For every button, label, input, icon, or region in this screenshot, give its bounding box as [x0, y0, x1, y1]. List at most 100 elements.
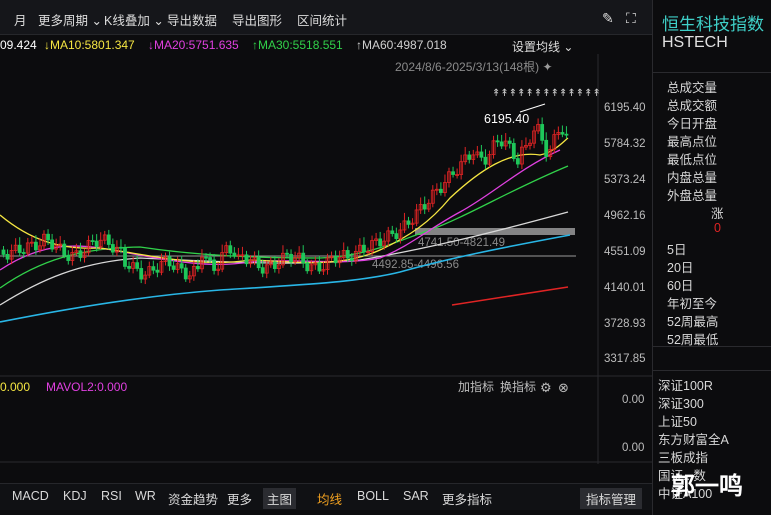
indicator-manage-button[interactable]: 指标管理 — [580, 488, 643, 509]
price-tick: 6195.40 — [604, 102, 646, 114]
candle-body — [467, 154, 472, 160]
kline-chart[interactable]: 4741.50-4821.49 4492.85-4496.56 ↟↟↟↟↟↟↟↟… — [0, 54, 652, 464]
candle-body — [394, 233, 399, 239]
indices-item[interactable]: 深证300 — [658, 393, 704, 412]
ma30-label: MA30:5518.551 — [258, 38, 343, 52]
stats-item: 外盘总量 — [667, 189, 718, 203]
candle-body — [167, 256, 172, 267]
range-stats-button[interactable]: 区间统计 — [297, 10, 347, 29]
ma-settings-button[interactable]: 设置均线 ⌄ — [512, 38, 573, 55]
candle-body — [34, 241, 38, 251]
candle-body — [183, 267, 188, 280]
candle-body — [106, 234, 111, 245]
export-data-button[interactable]: 导出数据 — [167, 10, 217, 29]
candle-body — [179, 263, 184, 269]
candle-body — [139, 268, 144, 280]
indices-item[interactable]: 上证50 — [658, 411, 697, 430]
candle-body — [349, 257, 354, 262]
ma30-value: ↑MA30:5518.551 — [252, 38, 343, 52]
tab-rsi[interactable]: RSI — [101, 489, 122, 503]
chevron-down-icon: ⌄ — [153, 14, 164, 28]
candle-body — [171, 265, 176, 270]
stats-item: 最高点位 — [667, 135, 718, 149]
period-month[interactable]: 月 — [14, 10, 27, 29]
candle-body — [499, 141, 504, 147]
tab-boll[interactable]: BOLL — [357, 489, 389, 503]
more-indicators-button[interactable]: 更多指标 — [442, 489, 492, 508]
candle-body — [438, 188, 443, 193]
signal-arrows: ↟↟↟↟↟↟↟↟↟↟↟↟↟ — [492, 88, 601, 99]
indices-item[interactable]: 三板成指 — [658, 447, 708, 466]
add-indicator-button[interactable]: 加指标 — [458, 379, 494, 394]
chevron-down-icon: ⌄ — [563, 40, 574, 54]
candle-body — [305, 262, 310, 272]
panel-divider — [653, 346, 771, 347]
more-periods-button[interactable]: 更多周期 ⌄ — [38, 10, 102, 29]
vol-value-1: 0.000 — [0, 380, 30, 394]
change-label: 涨 — [711, 207, 724, 221]
tab-macd[interactable]: MACD — [12, 489, 49, 503]
chevron-down-icon: ⌄ — [91, 14, 102, 28]
switch-indicator-button[interactable]: 换指标 — [500, 379, 536, 394]
close-icon[interactable]: ⊗ — [558, 380, 569, 395]
candle-body — [333, 256, 338, 264]
candle-body — [560, 132, 565, 135]
tab-sar[interactable]: SAR — [403, 489, 429, 503]
candle-body — [232, 252, 237, 256]
candle-body — [289, 253, 293, 263]
candle-body — [208, 257, 212, 261]
candle-body — [507, 140, 512, 144]
chart-toolbar: 月 更多周期 ⌄ K线叠加 ⌄ 导出数据 导出图形 区间统计 ✎ ⛶ — [0, 0, 652, 35]
long-ma-red-line — [451, 286, 569, 306]
quote-panel: 恒生科技指数 HSTECH 总成交量 总成交额 今日开盘 最高点位 最低点位 内盘总量 外盘… — [652, 0, 771, 515]
tab-more[interactable]: 更多 — [227, 489, 252, 508]
indices-item[interactable]: 东方财富全A — [658, 429, 729, 448]
candle-body — [540, 124, 545, 141]
candle-body — [272, 261, 277, 269]
watermark-text: 郭一鸣 — [671, 473, 743, 500]
candle-body — [155, 269, 160, 273]
ma60-line — [0, 211, 569, 306]
price-tick: 4140.01 — [604, 282, 646, 294]
price-tick: 4551.09 — [604, 246, 646, 258]
high-point-label: 6195.40 — [484, 112, 529, 126]
candle-body — [483, 156, 488, 165]
candle-body — [66, 254, 71, 261]
candle-body — [62, 243, 67, 256]
draw-pen-icon[interactable]: ✎ — [602, 10, 614, 27]
candle-body — [260, 267, 265, 274]
candle-body — [345, 250, 350, 259]
export-chart-button[interactable]: 导出图形 — [232, 10, 282, 29]
tab-kdj[interactable]: KDJ — [63, 489, 87, 503]
settings-gear-icon[interactable]: ⚙ — [540, 380, 552, 395]
indices-item[interactable]: 深证100R — [658, 375, 713, 394]
candle-body — [244, 254, 249, 265]
tab-fund-trend[interactable]: 资金趋势 — [168, 489, 218, 508]
candle-body — [46, 233, 50, 241]
candle-body — [544, 139, 549, 158]
kline-overlay-button[interactable]: K线叠加 ⌄ — [104, 10, 164, 29]
candle-body — [127, 266, 131, 269]
index-title: 恒生科技指数 — [662, 15, 764, 34]
candle-body — [362, 244, 366, 253]
fullscreen-icon[interactable]: ⛶ — [626, 10, 636, 27]
candle-body — [94, 240, 99, 248]
ma-values-bar: 09.424 ↓MA10:5801.347 ↓MA20:5751.635 ↑MA… — [0, 34, 652, 54]
candle-body — [564, 133, 569, 136]
tab-ma-line[interactable]: 均线 — [317, 489, 342, 508]
candle-body — [511, 143, 516, 159]
change-value: 0 — [714, 221, 721, 235]
periods-item: 年初至今 — [667, 297, 718, 311]
candle-body — [151, 266, 156, 271]
ma5-value: 09.424 — [0, 38, 37, 52]
stats-item: 内盘总量 — [667, 171, 718, 185]
tab-wr[interactable]: WR — [135, 489, 156, 503]
stats-item: 总成交量 — [667, 81, 718, 95]
candle-body — [422, 204, 427, 210]
vol-tick-1: 0.00 — [622, 394, 644, 406]
candle-body — [301, 252, 306, 264]
more-periods-label: 更多周期 — [38, 14, 89, 28]
candle-body — [212, 259, 217, 271]
candle-body — [204, 256, 208, 259]
candle-body — [406, 220, 411, 225]
